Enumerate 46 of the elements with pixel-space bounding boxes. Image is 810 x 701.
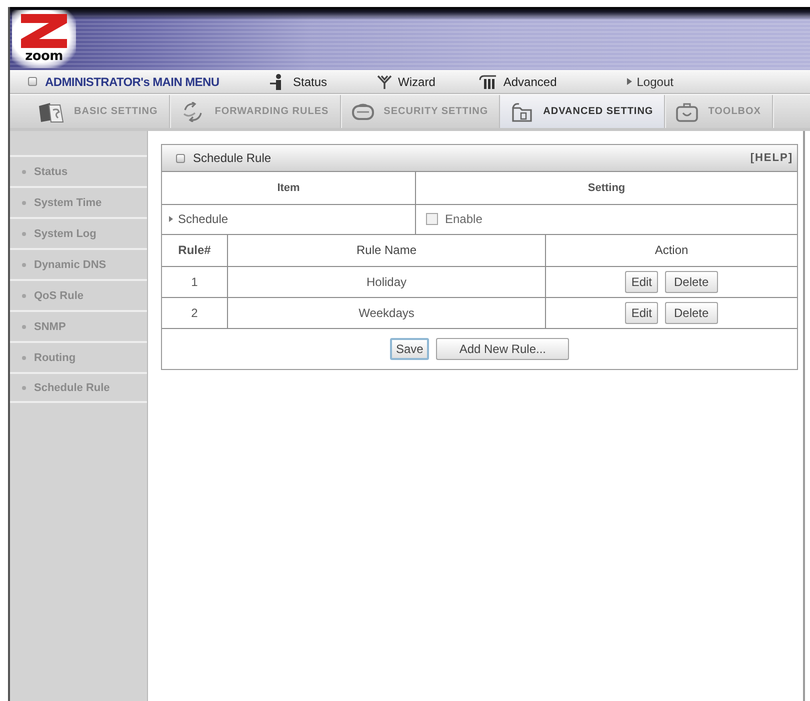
action-button[interactable]: Delete [665,270,718,292]
caret-icon [626,78,632,85]
bullet-icon [22,200,26,204]
column-header: Rule# [162,235,228,266]
bullet-icon [22,170,26,174]
menu-item[interactable]: Status [270,74,328,90]
bullet-icon [22,356,26,360]
row-label: Schedule [178,212,228,226]
table-cell: 2 [162,297,228,328]
form-button[interactable]: Save [390,338,430,360]
bullet-icon [22,262,26,266]
logo-text: zoom [25,50,63,64]
table-cell: Weekdays [228,297,546,328]
column-header: Item [162,172,416,204]
menu-item[interactable]: Wizard [377,74,436,88]
checkbox-label: Enable [445,212,482,226]
tab[interactable]: ADVANCED SETTING [500,95,666,128]
square-icon [28,77,37,86]
figure-icon [270,74,283,90]
bars-icon [479,74,498,88]
table-cell: Holiday [228,266,546,297]
checkbox[interactable] [426,213,438,226]
folder-icon [511,102,534,122]
action-button[interactable]: Edit [625,302,658,324]
menu-title: ADMINISTRATOR's MAIN MENU [45,74,220,88]
column-header: Rule Name [228,235,546,266]
square-icon [176,154,185,162]
action-button[interactable]: Edit [625,270,658,292]
toolbox-icon [676,102,698,122]
curved-arrows-icon [180,102,205,122]
fork-icon [377,74,392,88]
z-mark-icon [21,14,67,48]
bullet-icon [22,386,26,390]
table-cell: 1 [162,266,228,297]
action-button[interactable]: Delete [665,302,718,324]
caret-icon [169,216,173,222]
bullet-icon [22,232,26,236]
panel-title: Schedule Rule [193,151,272,165]
bullet-icon [22,294,26,298]
documents-icon [38,100,64,122]
menu-item[interactable]: Advanced [479,74,557,88]
bullet-icon [22,324,26,328]
menu-item[interactable]: Logout [626,74,674,88]
help-link[interactable]: [HELP] [750,152,793,164]
form-button[interactable]: Add New Rule... [436,338,570,360]
ring-icon [352,102,374,120]
